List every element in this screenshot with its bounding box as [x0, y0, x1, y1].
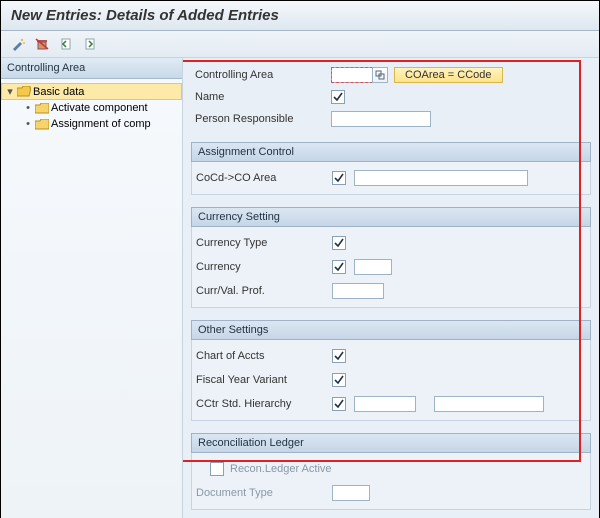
main: Controlling Area ▾ Basic data • Activate…	[1, 58, 599, 518]
bullet-icon: •	[23, 118, 33, 130]
currency-type-checkbox[interactable]	[332, 236, 346, 250]
row-cocd: CoCd->CO Area	[192, 166, 590, 190]
row-cctr-hierarchy: CCtr Std. Hierarchy	[192, 392, 590, 416]
folder-icon	[35, 103, 49, 114]
label-person: Person Responsible	[191, 113, 331, 125]
row-document-type: Document Type	[192, 481, 590, 505]
name-checkbox[interactable]	[331, 90, 345, 104]
row-recon-active: Recon.Ledger Active	[192, 457, 590, 481]
label-fyv: Fiscal Year Variant	[192, 374, 332, 386]
label-name: Name	[191, 91, 331, 103]
group-title: Currency Setting	[191, 207, 591, 227]
label-coa: Chart of Accts	[192, 350, 332, 362]
folder-open-icon	[17, 86, 31, 97]
row-currency-type: Currency Type	[192, 231, 590, 255]
label-cvp: Curr/Val. Prof.	[192, 285, 332, 297]
group-body: Currency Type Currency Curr/Val. Prof.	[191, 227, 591, 308]
label-cctr: CCtr Std. Hierarchy	[192, 398, 332, 410]
doctype-input[interactable]	[332, 485, 370, 501]
tree-node-label: Basic data	[33, 86, 84, 98]
group-currency-setting: Currency Setting Currency Type Currency …	[191, 207, 591, 308]
label-recon-active: Recon.Ledger Active	[224, 463, 332, 475]
group-body: Chart of Accts Fiscal Year Variant CCtr …	[191, 340, 591, 421]
row-name: Name	[191, 86, 591, 108]
person-input[interactable]	[331, 111, 431, 127]
label-doctype: Document Type	[192, 487, 332, 499]
folder-icon	[35, 119, 49, 130]
row-controlling-area: Controlling Area COArea = CCode	[191, 64, 591, 86]
page-title: New Entries: Details of Added Entries	[11, 7, 589, 24]
tool-next-icon[interactable]	[81, 35, 99, 53]
tool-prev-icon[interactable]	[57, 35, 75, 53]
group-reconciliation-ledger: Reconciliation Ledger Recon.Ledger Activ…	[191, 433, 591, 510]
chevron-down-icon[interactable]: ▾	[5, 85, 15, 98]
group-body: CoCd->CO Area	[191, 162, 591, 195]
row-fiscal-year-variant: Fiscal Year Variant	[192, 368, 590, 392]
group-title: Assignment Control	[191, 142, 591, 162]
group-title: Other Settings	[191, 320, 591, 340]
label-currency-type: Currency Type	[192, 237, 332, 249]
bullet-icon: •	[23, 102, 33, 114]
group-body: Recon.Ledger Active Document Type	[191, 453, 591, 510]
label-currency: Currency	[192, 261, 332, 273]
nav-tree: ▾ Basic data • Activate component • Assi…	[1, 79, 182, 132]
group-assignment-control: Assignment Control CoCd->CO Area	[191, 142, 591, 195]
group-title: Reconciliation Ledger	[191, 433, 591, 453]
tool-delete-icon[interactable]	[33, 35, 51, 53]
label-cocd: CoCd->CO Area	[192, 172, 332, 184]
tree-node-label: Activate component	[51, 102, 148, 114]
controlling-area-input[interactable]	[331, 67, 373, 83]
fyv-checkbox[interactable]	[332, 373, 346, 387]
tool-wand-icon[interactable]	[9, 35, 27, 53]
sidebar: Controlling Area ▾ Basic data • Activate…	[1, 58, 183, 518]
cctr-input-2[interactable]	[434, 396, 544, 412]
label-controlling-area: Controlling Area	[191, 69, 331, 81]
cctr-input[interactable]	[354, 396, 416, 412]
recon-active-checkbox[interactable]	[210, 462, 224, 476]
sidebar-header: Controlling Area	[1, 58, 182, 79]
row-person: Person Responsible	[191, 108, 591, 130]
row-curr-val-prof: Curr/Val. Prof.	[192, 279, 590, 303]
cvp-input[interactable]	[332, 283, 384, 299]
row-currency: Currency	[192, 255, 590, 279]
content: Controlling Area COArea = CCode Name Per…	[183, 58, 599, 518]
tree-node-assignment[interactable]: • Assignment of comp	[1, 116, 182, 132]
coa-checkbox[interactable]	[332, 349, 346, 363]
title-bar: New Entries: Details of Added Entries	[1, 1, 599, 31]
currency-input[interactable]	[354, 259, 392, 275]
cocd-input[interactable]	[354, 170, 528, 186]
tree-node-basic-data[interactable]: ▾ Basic data	[1, 83, 182, 100]
tree-node-label: Assignment of comp	[51, 118, 151, 130]
toolbar	[1, 31, 599, 58]
row-chart-of-accts: Chart of Accts	[192, 344, 590, 368]
cctr-checkbox[interactable]	[332, 397, 346, 411]
cocd-checkbox[interactable]	[332, 171, 346, 185]
currency-checkbox[interactable]	[332, 260, 346, 274]
coarea-badge: COArea = CCode	[394, 67, 503, 83]
group-other-settings: Other Settings Chart of Accts Fiscal Yea…	[191, 320, 591, 421]
f4-help-button[interactable]	[372, 67, 388, 83]
tree-node-activate[interactable]: • Activate component	[1, 100, 182, 116]
